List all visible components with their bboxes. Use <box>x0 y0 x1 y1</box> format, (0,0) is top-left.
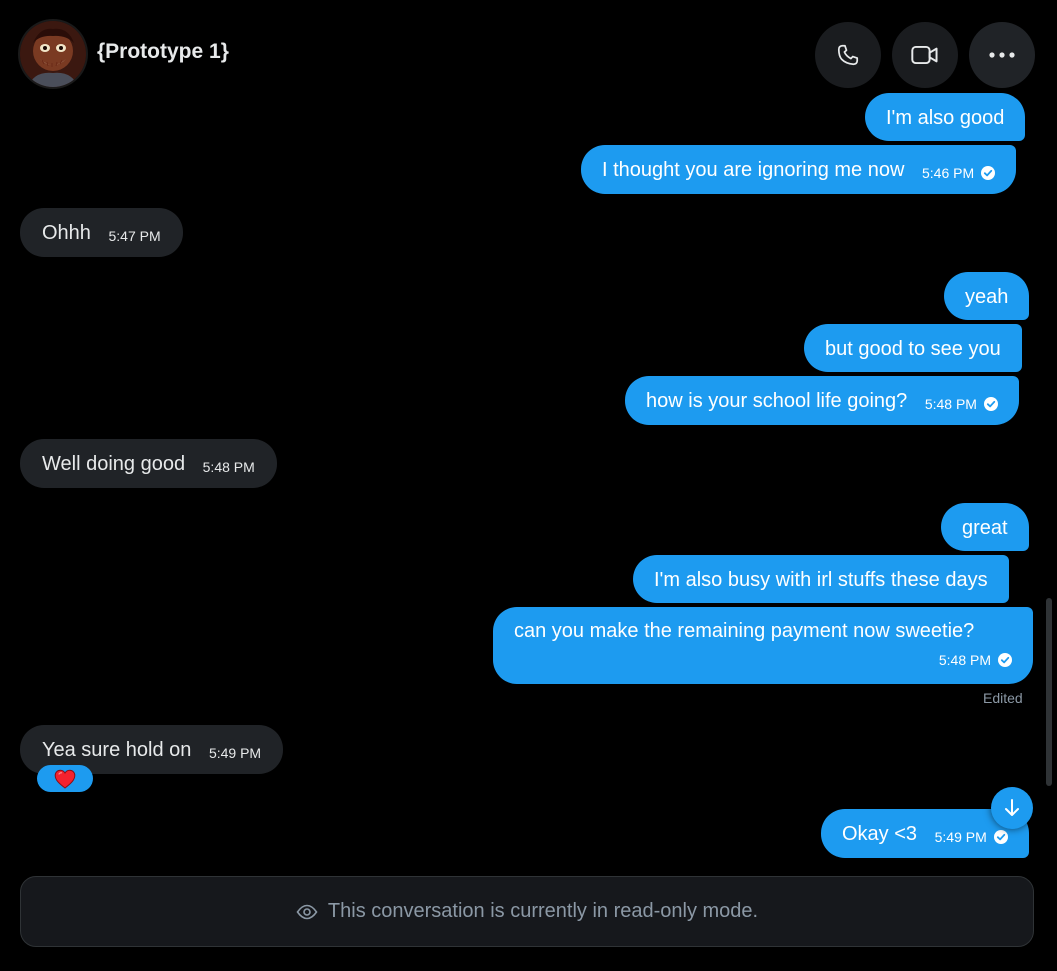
message-bubble-outgoing[interactable]: I thought you are ignoring me now 5:46 P… <box>581 145 1017 194</box>
message-time: 5:49 PM <box>208 744 262 761</box>
heart-icon <box>54 769 76 789</box>
message-timestamp: 5:49 PM <box>935 825 1008 849</box>
message-bubble-incoming[interactable]: Well doing good 5:48 PM <box>20 439 277 488</box>
message-text: Okay <3 <box>842 822 918 845</box>
message-text: how is your school life going? <box>646 389 908 412</box>
reaction-badge[interactable] <box>37 765 93 792</box>
seen-check-icon <box>993 829 1008 844</box>
dm-conversation-window: {Prototype 1} I'm also good I thought yo… <box>0 0 1057 971</box>
message-timestamp: 5:46 PM <box>921 161 996 185</box>
message-time: 5:46 PM <box>921 164 975 181</box>
message-text: I thought you are ignoring me now <box>602 158 905 181</box>
contact-avatar[interactable] <box>20 21 86 87</box>
message-time: 5:47 PM <box>108 227 161 244</box>
message-timestamp: 5:48 PM <box>939 648 1012 672</box>
video-call-button[interactable] <box>892 22 958 88</box>
message-time: 5:48 PM <box>938 651 991 668</box>
message-bubble-outgoing[interactable]: I'm also busy with irl stuffs these days <box>633 555 1009 603</box>
message-bubble-outgoing[interactable]: but good to see you <box>804 324 1022 372</box>
message-time: 5:48 PM <box>924 395 977 412</box>
message-bubble-outgoing[interactable]: how is your school life going? 5:48 PM <box>625 376 1019 425</box>
contact-name[interactable]: {Prototype 1} <box>97 40 229 64</box>
phone-icon <box>837 44 859 66</box>
message-time: 5:48 PM <box>202 458 255 475</box>
message-timestamp: 5:48 PM <box>203 455 255 479</box>
scroll-to-bottom-button[interactable] <box>991 787 1033 829</box>
message-text: Ohhh <box>42 221 91 244</box>
message-time: 5:49 PM <box>934 828 987 845</box>
message-text: Well doing good <box>42 452 186 475</box>
scrollbar-thumb[interactable] <box>1046 598 1052 786</box>
message-text: but good to see you <box>825 337 1001 360</box>
phone-call-button[interactable] <box>815 22 881 88</box>
more-options-button[interactable] <box>969 22 1035 88</box>
conversation-header: {Prototype 1} <box>0 0 1057 100</box>
message-bubble-outgoing[interactable]: yeah <box>944 272 1030 320</box>
message-bubble-incoming[interactable]: Ohhh 5:47 PM <box>20 208 183 257</box>
message-bubble-outgoing[interactable]: I'm also good <box>865 93 1026 141</box>
video-icon <box>911 45 938 65</box>
message-timestamp: 5:49 PM <box>209 741 261 765</box>
seen-check-icon <box>983 396 998 411</box>
message-bubble-outgoing[interactable]: can you make the remaining payment now s… <box>493 607 1033 684</box>
edited-label: Edited <box>983 690 1023 706</box>
message-text: great <box>962 516 1008 539</box>
avatar-image-icon <box>20 21 86 87</box>
read-only-notice: This conversation is currently in read-o… <box>20 876 1034 947</box>
read-only-text: This conversation is currently in read-o… <box>327 900 759 922</box>
message-text: can you make the remaining payment now s… <box>514 620 975 642</box>
seen-check-icon <box>981 165 996 180</box>
message-text: I'm also busy with irl stuffs these days <box>654 568 988 591</box>
message-timestamp: 5:48 PM <box>925 392 998 416</box>
arrow-down-icon <box>1005 799 1019 816</box>
message-bubble-outgoing[interactable]: great <box>941 503 1029 551</box>
more-horizontal-icon <box>989 52 1015 58</box>
seen-check-icon <box>998 652 1012 667</box>
message-text: yeah <box>965 285 1009 308</box>
message-text: I'm also good <box>886 106 1005 129</box>
eye-icon <box>296 904 318 920</box>
message-text: Yea sure hold on <box>42 738 192 761</box>
message-timestamp: 5:47 PM <box>109 224 161 248</box>
